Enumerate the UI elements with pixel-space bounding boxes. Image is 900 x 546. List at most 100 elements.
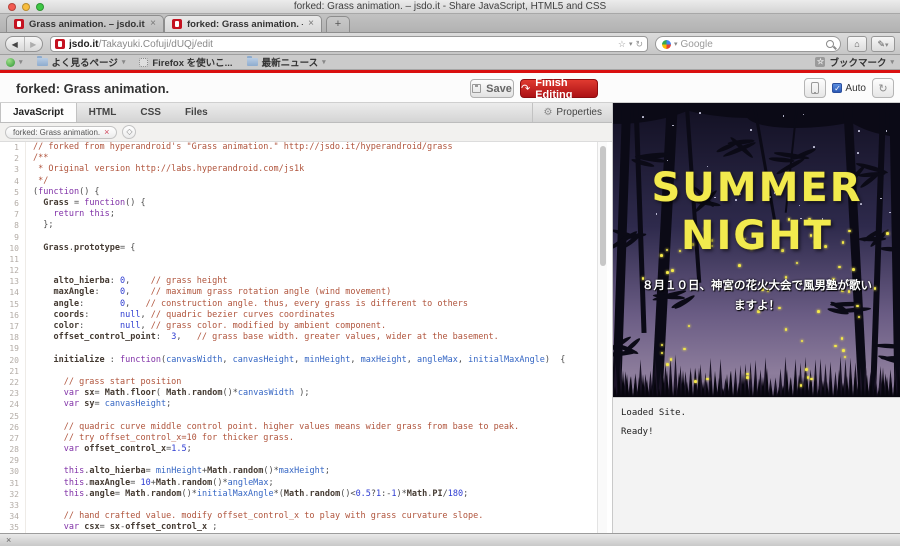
code-line[interactable]: 1// forked from hyperandroid's "Grass an… [0, 142, 597, 153]
firefly-dot [738, 264, 741, 267]
star-dot [642, 116, 644, 118]
code-line[interactable]: 29 [0, 455, 597, 466]
back-button[interactable]: ◀ [6, 37, 24, 51]
star-dot [813, 146, 815, 148]
home-button[interactable]: ⌂ [847, 36, 867, 52]
bookmark-label: 最新ニュース [262, 55, 319, 69]
code-line[interactable]: 20 initialize : function(canvasWidth, ca… [0, 355, 597, 366]
forward-button[interactable]: ▶ [24, 37, 43, 51]
open-file-pill[interactable]: forked: Grass animation. × [5, 126, 117, 139]
close-file-icon[interactable]: × [104, 127, 109, 137]
code-line[interactable]: 24 var sy= canvasHeight; [0, 399, 597, 410]
line-number: 2 [0, 153, 26, 164]
code-line[interactable]: 9 [0, 232, 597, 243]
firefly-dot [683, 348, 686, 351]
properties-button[interactable]: ⚙ Properties [532, 103, 612, 122]
line-number: 35 [0, 522, 26, 533]
chevron-down-icon[interactable]: ▾ [629, 40, 633, 48]
mobile-preview-button[interactable] [804, 78, 826, 98]
bookmark-menu-globe[interactable]: ▾ [6, 58, 23, 67]
url-bar[interactable]: jsdo.it/Takayuki.Cofuji/dUQj/edit ☆ ▾ ↻ [50, 36, 648, 52]
search-icon[interactable] [826, 40, 834, 48]
editor-tabbar: JavaScript HTML CSS Files ⚙ Properties [0, 103, 612, 123]
search-input[interactable]: Google [681, 39, 823, 50]
new-tab-button[interactable]: + [326, 16, 350, 32]
code-line[interactable]: 6 Grass = function() { [0, 198, 597, 209]
code-line[interactable]: 19 [0, 343, 597, 354]
code-line[interactable]: 30 this.alto_hierba= minHeight+Math.rand… [0, 466, 597, 477]
tab-css[interactable]: CSS [128, 103, 173, 122]
code-line[interactable]: 26 // quadric curve middle control point… [0, 422, 597, 433]
code-line[interactable]: 8 }; [0, 220, 597, 231]
code-line[interactable]: 35 var csx= sx-offset_control_x ; [0, 522, 597, 533]
open-file-row: forked: Grass animation. × ◇ [0, 123, 612, 142]
code-line[interactable]: 32 this.angle= Math.random()*initialMaxA… [0, 489, 597, 500]
jsdoit-favicon [172, 19, 182, 29]
search-bar[interactable]: ▾ Google [655, 36, 841, 52]
url-text: jsdo.it/Takayuki.Cofuji/dUQj/edit [69, 39, 614, 50]
tab-close-icon[interactable]: × [150, 19, 156, 29]
home-icon: ⌂ [854, 39, 859, 49]
browser-statusbar: × [0, 533, 900, 546]
chevron-down-icon: ▾ [322, 58, 326, 66]
code-line[interactable]: 22 // grass start position [0, 377, 597, 388]
auto-checkbox[interactable]: ✓ [832, 83, 842, 93]
tab-close-icon[interactable]: × [308, 19, 314, 29]
code-line[interactable]: 34 // hand crafted value. modify offset_… [0, 511, 597, 522]
scrollbar-thumb[interactable] [600, 146, 606, 266]
code-line[interactable]: 12 [0, 265, 597, 276]
line-number: 19 [0, 343, 26, 354]
code-line[interactable]: 14 maxAngle: 0, // maximum grass rotatio… [0, 287, 597, 298]
line-number: 11 [0, 254, 26, 265]
line-number: 26 [0, 422, 26, 433]
code-line[interactable]: 2/** [0, 153, 597, 164]
preview-canvas[interactable]: SUMMER NIGHT ８月１０日、神宮の花火大会で風男塾が歌い ますよ！ [613, 103, 900, 397]
code-line[interactable]: 27 // try offset_control_x=10 for thicke… [0, 433, 597, 444]
refresh-preview-button[interactable]: ↻ [872, 78, 894, 98]
code-line[interactable]: 4 */ [0, 176, 597, 187]
star-dot [672, 125, 674, 127]
chevron-down-icon[interactable]: ▾ [674, 40, 678, 48]
line-number: 3 [0, 164, 26, 175]
console-line: Loaded Site. [621, 408, 893, 418]
code-line[interactable]: 7 return this; [0, 209, 597, 220]
code-line[interactable]: 18 offset_control_point: 3, // grass bas… [0, 332, 597, 343]
code-line[interactable]: 10 Grass.prototype= { [0, 243, 597, 254]
finish-editing-button[interactable]: ↷ Finish Editing [520, 79, 598, 98]
code-line[interactable]: 15 angle: 0, // construction angle. thus… [0, 299, 597, 310]
bookmark-star-icon[interactable]: ☆ [618, 39, 626, 50]
bookmarks-menu-button[interactable]: ☆ブックマーク▾ [815, 55, 894, 69]
code-line[interactable]: 31 this.maxAngle= 10+Math.random()*angle… [0, 478, 597, 489]
reload-icon[interactable]: ↻ [635, 39, 643, 50]
bookmark-item-firefox-help[interactable]: Firefox を使いこ... [139, 55, 232, 69]
tab-files[interactable]: Files [173, 103, 220, 122]
code-line[interactable]: 33 [0, 500, 597, 511]
code-line[interactable]: 17 color: null, // grass color. modified… [0, 321, 597, 332]
code-line[interactable]: 23 var sx= Math.floor( Math.random()*can… [0, 388, 597, 399]
preview-caption-line2: ますよ！ [617, 295, 897, 315]
firefly-dot [666, 271, 669, 274]
bookmark-item-latest-news[interactable]: 最新ニュース▾ [247, 55, 326, 69]
statusbar-close-icon[interactable]: × [6, 536, 11, 545]
code-editor[interactable]: 1// forked from hyperandroid's "Grass an… [0, 142, 597, 533]
code-line[interactable]: 21 [0, 366, 597, 377]
project-title: forked: Grass animation. [16, 81, 169, 96]
extensions-button[interactable]: ✎▾ [871, 36, 895, 52]
code-line[interactable]: 16 coords: null, // quadric bezier curve… [0, 310, 597, 321]
save-button[interactable]: Save [470, 79, 514, 98]
add-file-button[interactable]: ◇ [122, 125, 136, 139]
bookmark-item-frequent[interactable]: よく見るページ▾ [37, 55, 126, 69]
browser-tab-1[interactable]: Grass animation. – jsdo.it – Sha... × [6, 15, 164, 32]
code-line[interactable]: 5(function() { [0, 187, 597, 198]
browser-tab-2-active[interactable]: forked: Grass animation. – jsdo.... × [164, 15, 322, 32]
tab-html[interactable]: HTML [77, 103, 129, 122]
tab-javascript[interactable]: JavaScript [0, 103, 77, 122]
code-line[interactable]: 28 var offset_control_x=1.5; [0, 444, 597, 455]
code-line[interactable]: 13 alto_hierba: 0, // grass height [0, 276, 597, 287]
code-line[interactable]: 3 * Original version http://labs.hyperan… [0, 164, 597, 175]
editor-scrollbar[interactable] [597, 142, 607, 533]
code-line[interactable]: 25 [0, 411, 597, 422]
code-line[interactable]: 11 [0, 254, 597, 265]
window-titlebar: forked: Grass animation. – jsdo.it - Sha… [0, 0, 900, 14]
line-number: 30 [0, 466, 26, 477]
